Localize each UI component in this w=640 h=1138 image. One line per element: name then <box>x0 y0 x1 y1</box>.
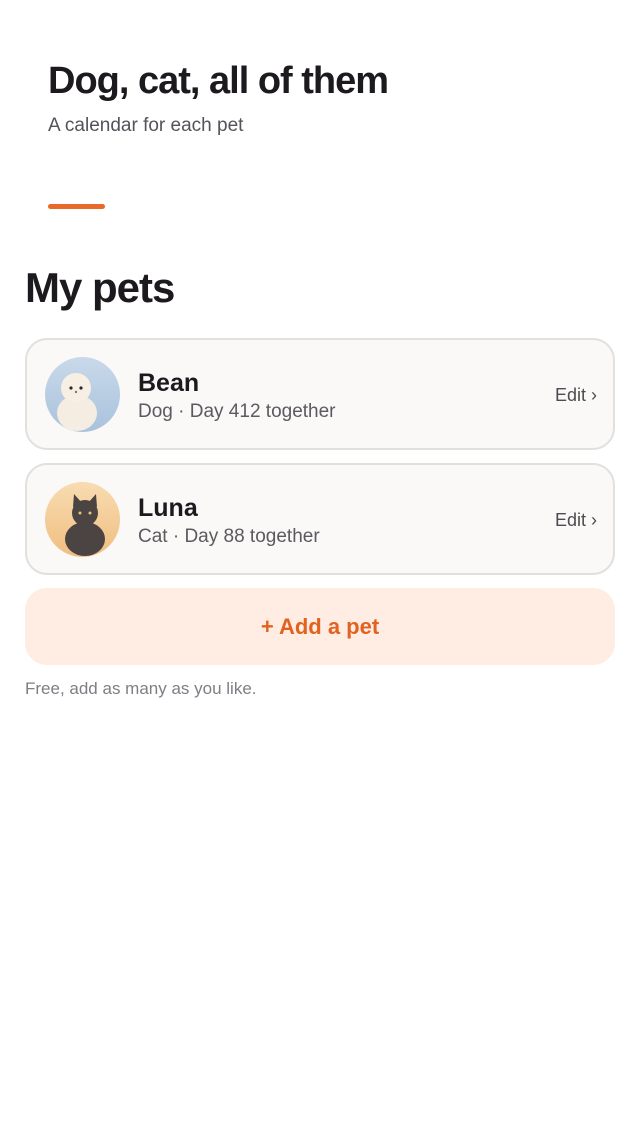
edit-button[interactable]: Edit › <box>555 509 597 531</box>
pet-list: Bean Dog · Day 412 together Edit › Luna … <box>25 338 615 588</box>
hero-header: Dog, cat, all of them A calendar for eac… <box>48 58 608 138</box>
cat-icon <box>45 482 120 557</box>
add-pet-button[interactable]: + Add a pet <box>25 588 615 665</box>
accent-divider <box>48 204 105 209</box>
dog-icon <box>45 357 120 432</box>
pet-meta: Cat · Day 88 together <box>138 526 320 547</box>
pet-card-bean[interactable]: Bean Dog · Day 412 together Edit › <box>25 338 615 450</box>
hero-title: Dog, cat, all of them <box>48 60 389 102</box>
pet-name: Luna <box>138 494 198 522</box>
pet-avatar <box>45 482 120 557</box>
section-title: My pets <box>25 264 175 311</box>
pet-avatar <box>45 357 120 432</box>
edit-button[interactable]: Edit › <box>555 384 597 406</box>
pet-card-luna[interactable]: Luna Cat · Day 88 together Edit › <box>25 463 615 575</box>
footnote: Free, add as many as you like. <box>25 679 257 698</box>
hero-subtitle: A calendar for each pet <box>48 115 244 136</box>
pets-screen: Dog, cat, all of them A calendar for eac… <box>0 0 640 1138</box>
pet-name: Bean <box>138 369 200 397</box>
pet-meta: Dog · Day 412 together <box>138 401 336 422</box>
